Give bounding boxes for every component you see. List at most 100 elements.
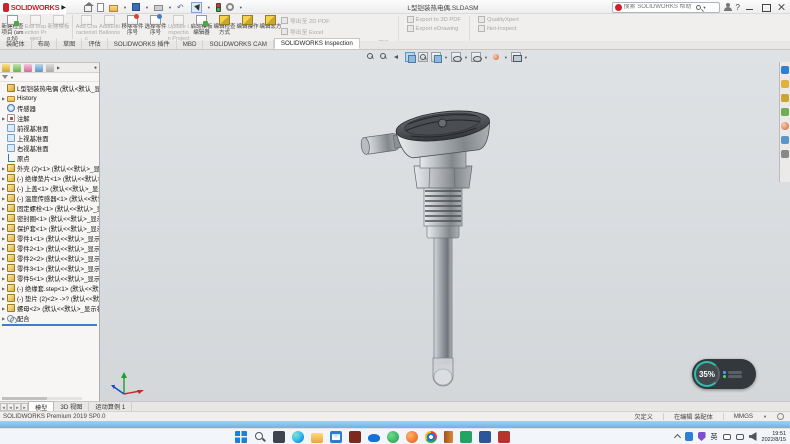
tree-item-history[interactable]: ▶History bbox=[0, 93, 99, 103]
tree-item-front-plane[interactable]: 前视基准面 bbox=[0, 123, 99, 133]
tree-item-part[interactable]: ▶(-) 垫片 (2)<2> ->? (默认<<默认 bbox=[0, 293, 99, 303]
onedrive-icon[interactable] bbox=[368, 434, 380, 442]
view-settings-icon[interactable] bbox=[511, 52, 521, 62]
units-label[interactable]: MMGS bbox=[734, 413, 753, 420]
remove-balloons-button[interactable]: 移除零件序号 bbox=[121, 14, 144, 37]
launch-template-editor-button[interactable]: 启动模板编辑器 bbox=[190, 14, 213, 37]
tray-blue-icon[interactable] bbox=[685, 432, 693, 441]
help-search-box[interactable]: ▼ bbox=[612, 2, 720, 13]
tab-addins[interactable]: SOLIDWORKS 插件 bbox=[108, 38, 177, 49]
file-explorer-icon[interactable] bbox=[781, 94, 789, 102]
tree-item-part[interactable]: ▶零件5<1> (默认<<默认>_显示状 bbox=[0, 273, 99, 283]
browser-orange-icon[interactable] bbox=[406, 431, 418, 443]
tree-item-part[interactable]: ▶(-) 绝缘垫片<1> (默认<<默认>_显 bbox=[0, 173, 99, 183]
logo-expand-icon[interactable]: ▶ bbox=[61, 4, 66, 11]
tab-scroll-first-icon[interactable]: ◄ bbox=[0, 403, 7, 411]
open-icon[interactable] bbox=[109, 5, 118, 12]
edit-operation-button[interactable]: 编辑操作 bbox=[236, 14, 259, 31]
search-input[interactable] bbox=[624, 4, 694, 10]
tab-scroll-prev-icon[interactable]: ◄ bbox=[7, 403, 14, 411]
property-manager-tab-icon[interactable] bbox=[13, 64, 21, 72]
tray-shield-icon[interactable] bbox=[698, 432, 706, 441]
forum-icon[interactable] bbox=[781, 150, 789, 158]
performance-icon[interactable] bbox=[216, 3, 221, 12]
view-settings-caret-icon[interactable]: ▼ bbox=[524, 55, 528, 60]
app-green-icon[interactable] bbox=[460, 431, 472, 443]
feature-tree-tab-icon[interactable] bbox=[2, 64, 10, 72]
search-caret-icon[interactable]: ▼ bbox=[703, 5, 707, 10]
tree-item-part[interactable]: ▶(-) 绝缘套.step<1> (默认<<默认 bbox=[0, 283, 99, 293]
resources-icon[interactable] bbox=[781, 66, 789, 74]
rollback-bar[interactable] bbox=[2, 324, 97, 326]
configuration-manager-tab-icon[interactable] bbox=[24, 64, 32, 72]
tree-item-part[interactable]: ▶外壳 (2)<1> (默认<<默认>_显示状 bbox=[0, 163, 99, 173]
custom-properties-icon[interactable] bbox=[781, 136, 789, 144]
select-caret-icon[interactable]: ▼ bbox=[207, 5, 211, 10]
tree-item-mates[interactable]: ▶配合 bbox=[0, 313, 99, 323]
hide-show-items-icon[interactable] bbox=[471, 52, 481, 62]
new-document-icon[interactable] bbox=[97, 3, 104, 12]
undo-icon[interactable]: ↶ bbox=[177, 3, 186, 12]
edit-macro-button[interactable]: 编辑宏方 bbox=[259, 14, 282, 31]
thermocouple-model[interactable] bbox=[350, 96, 540, 396]
tree-item-part[interactable]: ▶保护套<1> (默认<<默认>_显示状 bbox=[0, 223, 99, 233]
help-icon[interactable]: ? bbox=[736, 3, 740, 12]
taskbar-search-icon[interactable] bbox=[254, 431, 266, 443]
section-view-icon[interactable] bbox=[405, 52, 415, 62]
tree-item-part[interactable]: ▶(-) 温度传感器<1> (默认<<默认>_ bbox=[0, 193, 99, 203]
tray-chevron-up-icon[interactable] bbox=[673, 434, 680, 441]
file-explorer-icon[interactable] bbox=[311, 433, 323, 443]
save-icon[interactable] bbox=[132, 3, 140, 11]
word-icon[interactable] bbox=[479, 431, 491, 443]
edit-inspection-method-button[interactable]: 编辑检查方式 bbox=[213, 14, 236, 37]
zoom-overlay-widget[interactable]: 35% bbox=[692, 359, 756, 389]
keyboard-icon[interactable] bbox=[723, 434, 731, 440]
tab-evaluate[interactable]: 评估 bbox=[82, 38, 107, 49]
taskbar-clock[interactable]: 19:51 2022/8/15 bbox=[762, 431, 786, 443]
tree-item-sensors[interactable]: 传感器 bbox=[0, 103, 99, 113]
view-orientation-icon[interactable] bbox=[431, 52, 441, 62]
tab-assembly[interactable]: 装配体 bbox=[0, 38, 32, 49]
design-library-icon[interactable] bbox=[781, 80, 789, 88]
filter-caret-icon[interactable]: ▼ bbox=[10, 75, 14, 80]
tab-inspection[interactable]: SOLIDWORKS Inspection bbox=[274, 38, 360, 49]
graphics-viewport[interactable]: ▼ ▼ ▼ ▼ ▼ bbox=[0, 50, 790, 401]
tab-scroll-next-icon[interactable]: ► bbox=[14, 403, 21, 411]
select-balloons-button[interactable]: 选择零件序号 bbox=[144, 14, 167, 37]
task-view-icon[interactable] bbox=[273, 431, 285, 443]
chrome-icon[interactable] bbox=[425, 431, 437, 443]
status-options-icon[interactable] bbox=[777, 413, 784, 420]
search-icon[interactable] bbox=[696, 5, 701, 10]
tree-item-origin[interactable]: 原点 bbox=[0, 153, 99, 163]
tree-item-part[interactable]: ▶密封圈<1> (默认<<默认>_显示状 bbox=[0, 213, 99, 223]
tree-item-top-plane[interactable]: 上视基准面 bbox=[0, 133, 99, 143]
restore-button[interactable] bbox=[760, 2, 772, 12]
display-manager-tab-icon[interactable] bbox=[46, 64, 54, 72]
appearance-caret-icon[interactable]: ▼ bbox=[504, 55, 508, 60]
tab-layout[interactable]: 布局 bbox=[32, 38, 57, 49]
tree-item-part[interactable]: ▶螺母<2> (默认<<默认>_显示状态 bbox=[0, 303, 99, 313]
view-palette-icon[interactable] bbox=[781, 108, 789, 116]
minimize-button[interactable] bbox=[744, 2, 756, 12]
print-caret-icon[interactable]: ▼ bbox=[168, 5, 172, 10]
mail-icon[interactable] bbox=[330, 431, 342, 443]
notes-app-icon[interactable] bbox=[444, 431, 453, 443]
display-style-caret-icon[interactable]: ▼ bbox=[464, 55, 468, 60]
edit-appearance-icon[interactable] bbox=[491, 52, 501, 62]
close-button[interactable] bbox=[776, 2, 788, 12]
zoom-area-icon[interactable] bbox=[379, 52, 389, 62]
tree-item-part[interactable]: ▶零件1<1> (默认<<默认>_显示状态 bbox=[0, 233, 99, 243]
tree-item-right-plane[interactable]: 右视基准面 bbox=[0, 143, 99, 153]
appearances-icon[interactable] bbox=[781, 122, 789, 130]
dimxpert-manager-tab-icon[interactable] bbox=[35, 64, 43, 72]
login-user-icon[interactable] bbox=[724, 3, 732, 11]
view-orientation-caret-icon[interactable]: ▼ bbox=[444, 55, 448, 60]
save-caret-icon[interactable]: ▼ bbox=[145, 5, 149, 10]
options-caret-icon[interactable]: ▼ bbox=[239, 5, 243, 10]
print-icon[interactable] bbox=[154, 5, 163, 11]
ime-language-indicator[interactable]: 英 bbox=[711, 432, 718, 442]
tree-item-root[interactable]: L型铠装热电偶 (默认<默认_显示状态-1 bbox=[0, 83, 99, 93]
start-button-icon[interactable] bbox=[235, 431, 247, 443]
tree-item-part[interactable]: ▶零件2<1> (默认<<默认>_显示状 bbox=[0, 243, 99, 253]
options-gear-icon[interactable] bbox=[226, 3, 234, 11]
